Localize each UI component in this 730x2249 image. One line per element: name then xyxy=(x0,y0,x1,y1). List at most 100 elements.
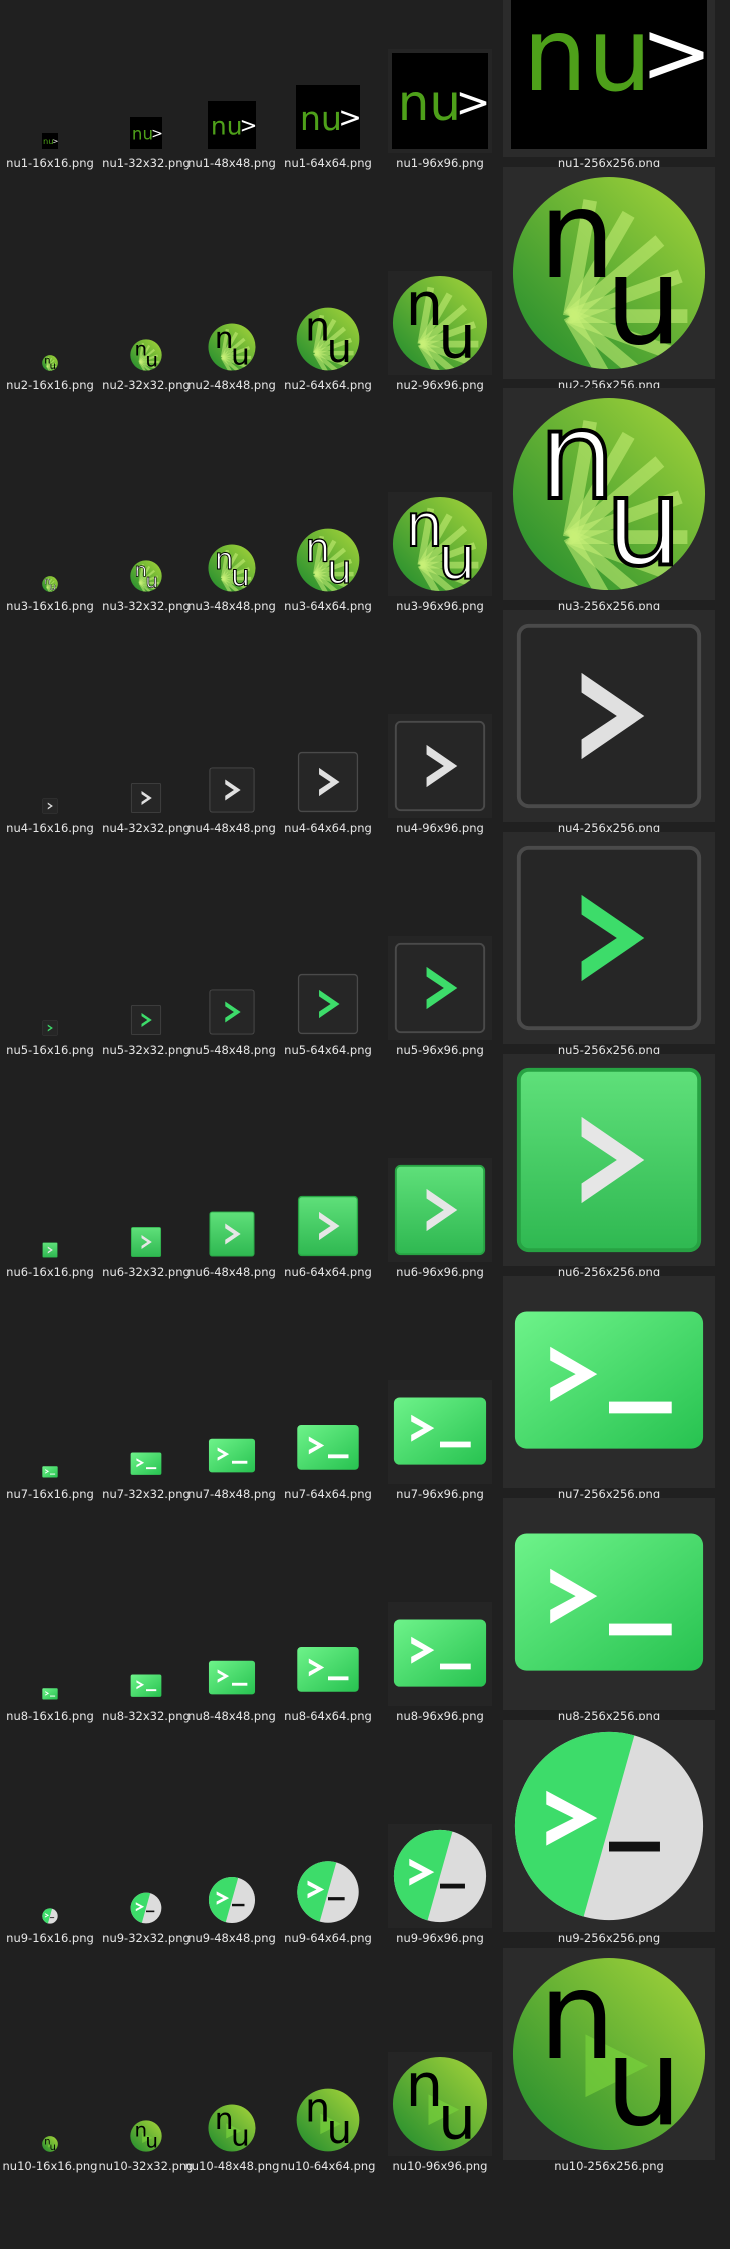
svg-text:nu: nu xyxy=(43,136,54,146)
nu1-icon-thumbnail[interactable]: nu > xyxy=(42,133,58,149)
svg-text:u: u xyxy=(231,2118,250,2152)
nu7-icon-thumbnail[interactable] xyxy=(392,1384,488,1480)
nu9-icon-thumbnail[interactable] xyxy=(392,1828,488,1924)
nu1-icon-thumbnail[interactable]: nu > xyxy=(130,117,162,149)
nu7-icon-thumbnail[interactable] xyxy=(296,1416,360,1480)
file-name-label: nu2-48x48.png xyxy=(188,378,276,392)
nu2-icon-thumbnail[interactable]: n u xyxy=(511,175,707,371)
file-name-label: nu8-16x16.png xyxy=(6,1709,94,1723)
nu2-icon-thumbnail[interactable]: n u xyxy=(296,307,360,371)
nu5-icon-thumbnail[interactable] xyxy=(208,988,256,1036)
file-name-label: nu1-16x16.png xyxy=(6,156,94,170)
svg-text:n: n xyxy=(538,1956,615,2087)
nu7-icon-thumbnail[interactable] xyxy=(42,1464,58,1480)
nu8-icon-thumbnail[interactable] xyxy=(208,1654,256,1702)
icon-grid-view: nu > nu1-16x16.png nu > nu1-32x32.png nu >… xyxy=(0,0,730,2249)
nu2-icon-thumbnail[interactable]: n u xyxy=(208,323,256,371)
nu4-icon-thumbnail[interactable] xyxy=(392,718,488,814)
nu8-icon-thumbnail[interactable] xyxy=(130,1670,162,1702)
svg-text:u: u xyxy=(145,349,158,371)
svg-text:u: u xyxy=(438,2085,476,2152)
nu1-icon-thumbnail[interactable]: nu > xyxy=(296,85,360,149)
svg-text:u: u xyxy=(605,452,682,592)
file-name-label: nu9-256x256.png xyxy=(557,1931,661,1945)
file-name-label: nu6-64x64.png xyxy=(284,1265,372,1279)
nu9-icon-thumbnail[interactable] xyxy=(42,1908,58,1924)
nu3-icon-thumbnail[interactable]: n u xyxy=(511,396,707,592)
nu5-icon-thumbnail[interactable] xyxy=(130,1004,162,1036)
nu9-icon-thumbnail[interactable] xyxy=(296,1860,360,1924)
nu5-icon-thumbnail[interactable] xyxy=(42,1020,58,1036)
nu4-icon-thumbnail[interactable] xyxy=(42,798,58,814)
nu6-icon-thumbnail[interactable] xyxy=(208,1210,256,1258)
nu5-icon-thumbnail[interactable] xyxy=(296,972,360,1036)
file-name-label: nu4-32x32.png xyxy=(102,821,190,835)
nu10-icon-thumbnail[interactable]: n u xyxy=(130,2120,162,2152)
nu4-icon-thumbnail[interactable] xyxy=(296,750,360,814)
file-name-label: nu5-64x64.png xyxy=(284,1043,372,1057)
nu8-icon-thumbnail[interactable] xyxy=(296,1638,360,1702)
nu6-icon-thumbnail[interactable] xyxy=(511,1062,707,1258)
file-name-label: nu9-32x32.png xyxy=(102,1931,190,1945)
svg-text:u: u xyxy=(327,326,352,371)
nu9-icon-thumbnail[interactable] xyxy=(511,1728,707,1924)
nu6-icon-thumbnail[interactable] xyxy=(130,1226,162,1258)
nu3-icon-thumbnail[interactable]: n u xyxy=(208,544,256,592)
svg-text:u: u xyxy=(327,2107,352,2152)
file-name-label: nu7-16x16.png xyxy=(6,1487,94,1501)
nu6-icon-thumbnail[interactable] xyxy=(296,1194,360,1258)
nu3-icon-thumbnail[interactable]: n u xyxy=(130,560,162,592)
nu8-icon-thumbnail[interactable] xyxy=(392,1606,488,1702)
svg-text:>: > xyxy=(151,126,162,142)
svg-text:u: u xyxy=(50,361,56,371)
nu10-icon-thumbnail[interactable]: n u xyxy=(511,1956,707,2152)
nu3-icon-thumbnail[interactable]: n u xyxy=(42,576,58,592)
file-name-label: nu10-16x16.png xyxy=(2,2159,98,2173)
file-name-label: nu3-16x16.png xyxy=(6,599,94,613)
svg-text:nu: nu xyxy=(211,112,243,141)
nu10-icon-thumbnail[interactable]: n u xyxy=(208,2104,256,2152)
file-name-label: nu8-64x64.png xyxy=(284,1709,372,1723)
file-name-label: nu10-256x256.png xyxy=(554,2159,664,2173)
nu9-icon-thumbnail[interactable] xyxy=(130,1892,162,1924)
nu2-icon-thumbnail[interactable]: n u xyxy=(130,339,162,371)
svg-text:>: > xyxy=(640,3,707,103)
nu4-icon-thumbnail[interactable] xyxy=(208,766,256,814)
file-name-label: nu2-96x96.png xyxy=(396,378,484,392)
file-name-label: nu5-32x32.png xyxy=(102,1043,190,1057)
file-name-label: nu7-32x32.png xyxy=(102,1487,190,1501)
file-name-label: nu6-16x16.png xyxy=(6,1265,94,1279)
nu1-icon-thumbnail[interactable]: nu > xyxy=(392,53,488,149)
file-name-label: nu2-64x64.png xyxy=(284,378,372,392)
nu4-icon-thumbnail[interactable] xyxy=(130,782,162,814)
nu4-icon-thumbnail[interactable] xyxy=(511,618,707,814)
nu3-icon-thumbnail[interactable]: n u xyxy=(296,528,360,592)
svg-text:u: u xyxy=(605,231,682,371)
svg-text:nu: nu xyxy=(132,124,153,143)
nu8-icon-thumbnail[interactable] xyxy=(42,1686,58,1702)
nu8-icon-thumbnail[interactable] xyxy=(511,1506,707,1702)
file-name-label: nu9-48x48.png xyxy=(188,1931,276,1945)
nu7-icon-thumbnail[interactable] xyxy=(130,1448,162,1480)
nu9-icon-thumbnail[interactable] xyxy=(208,1876,256,1924)
file-name-label: nu4-48x48.png xyxy=(188,821,276,835)
nu2-icon-thumbnail[interactable]: n u xyxy=(392,275,488,371)
nu5-icon-thumbnail[interactable] xyxy=(511,840,707,1036)
nu7-icon-thumbnail[interactable] xyxy=(511,1284,707,1480)
file-name-label: nu4-16x16.png xyxy=(6,821,94,835)
nu6-icon-thumbnail[interactable] xyxy=(42,1242,58,1258)
nu3-icon-thumbnail[interactable]: n u xyxy=(392,496,488,592)
nu1-icon-thumbnail[interactable]: nu > xyxy=(208,101,256,149)
nu10-icon-thumbnail[interactable]: n u xyxy=(42,2136,58,2152)
nu10-icon-thumbnail[interactable]: n u xyxy=(392,2056,488,2152)
nu5-icon-thumbnail[interactable] xyxy=(392,940,488,1036)
svg-text:n: n xyxy=(538,396,615,527)
svg-text:u: u xyxy=(145,570,158,592)
nu2-icon-thumbnail[interactable]: n u xyxy=(42,355,58,371)
nu10-icon-thumbnail[interactable]: n u xyxy=(296,2088,360,2152)
file-name-label: nu9-64x64.png xyxy=(284,1931,372,1945)
nu1-icon-thumbnail[interactable]: nu > xyxy=(511,0,707,149)
nu7-icon-thumbnail[interactable] xyxy=(208,1432,256,1480)
nu6-icon-thumbnail[interactable] xyxy=(392,1162,488,1258)
file-name-label: nu1-96x96.png xyxy=(396,156,484,170)
